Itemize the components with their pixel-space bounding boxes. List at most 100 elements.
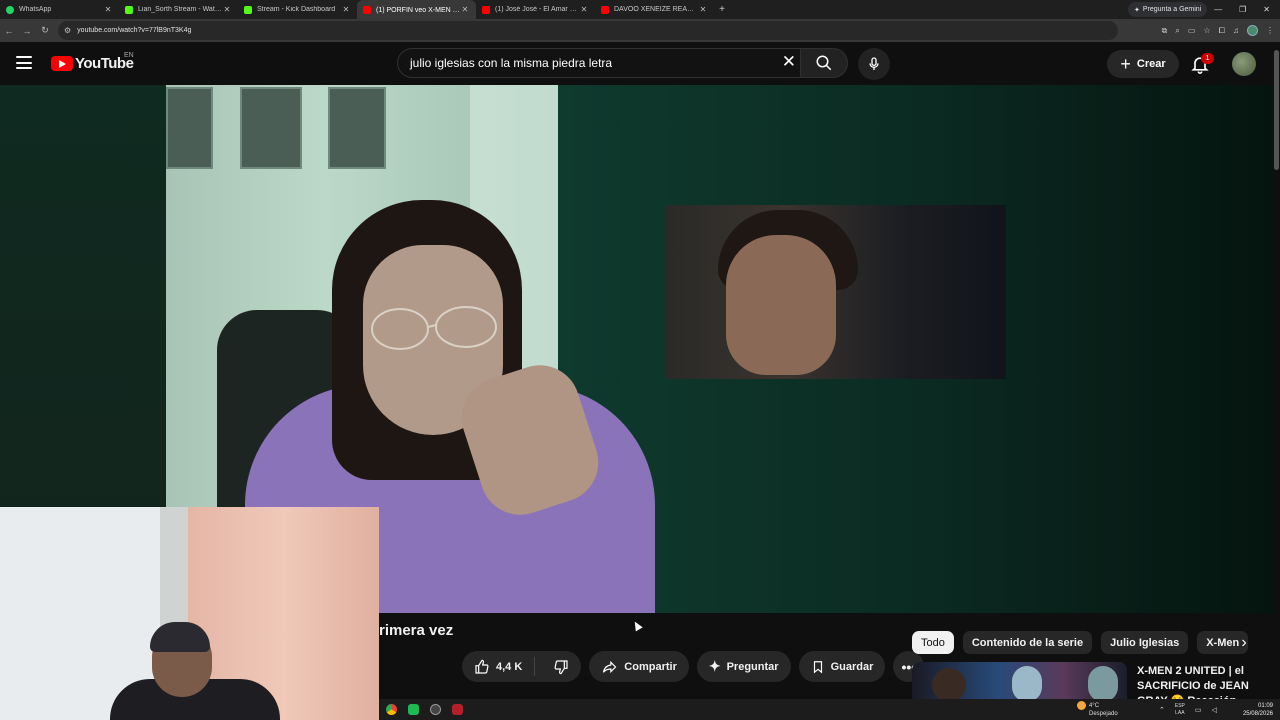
gemini-label: Pregunta a Gemini — [1142, 6, 1202, 13]
recommended-thumbnail[interactable] — [912, 662, 1127, 702]
search-value: julio iglesias con la misma piedra letra — [410, 56, 613, 70]
browser-tab-active[interactable]: (1) PORFIN veo X-MEN I 😳 ... ✕ — [357, 0, 476, 19]
close-window-icon[interactable]: ✕ — [1263, 5, 1270, 14]
video-actions: 4,4 K Compartir ✦ Preguntar Guardar ••• — [462, 651, 925, 682]
clear-search-icon[interactable]: ✕ — [782, 52, 796, 72]
kick-favicon-icon — [244, 5, 252, 14]
back-icon[interactable]: ← — [0, 26, 18, 36]
tab-close-icon[interactable]: ✕ — [579, 5, 589, 14]
chip-all[interactable]: Todo — [912, 631, 954, 654]
notification-count-badge: 1 — [1201, 53, 1214, 64]
wall-frame — [166, 87, 213, 169]
translate-icon[interactable]: ⧉ — [1162, 26, 1168, 36]
region-code: EN — [124, 52, 134, 59]
clip-actor-face — [726, 235, 836, 375]
share-icon — [603, 660, 617, 673]
forward-icon[interactable]: → — [18, 26, 36, 36]
create-button[interactable]: + Crear — [1107, 50, 1179, 78]
gemini-button[interactable]: ✦ Pregunta a Gemini — [1128, 2, 1208, 17]
recommended-video[interactable]: X-MEN 2 UNITED | el SACRIFICIO de JEAN G… — [912, 662, 1272, 707]
chip-series-content[interactable]: Contenido de la serie — [962, 631, 1093, 654]
tab-title: Lian_Sorth Stream - Watch Live on Kick — [138, 6, 222, 13]
youtube-header: YouTube EN julio iglesias con la misma p… — [0, 42, 1280, 85]
minimize-icon[interactable]: — — [1214, 5, 1222, 14]
tab-close-icon[interactable]: ✕ — [341, 5, 351, 14]
glasses — [371, 306, 497, 350]
clock-time: 01:09 — [1257, 703, 1273, 709]
volume-icon[interactable]: ◁ — [1212, 706, 1217, 714]
account-avatar[interactable] — [1232, 52, 1256, 76]
new-tab-button[interactable]: + — [714, 4, 730, 15]
page-scrollbar[interactable] — [1273, 42, 1280, 720]
reload-icon[interactable]: ↻ — [36, 25, 54, 36]
youtube-logo[interactable]: YouTube EN — [51, 52, 134, 72]
search-button[interactable] — [800, 48, 848, 78]
weather-widget[interactable]: 4°C Despejado — [1077, 701, 1118, 718]
scrollbar-thumb[interactable] — [1274, 50, 1279, 170]
chrome-icon[interactable] — [386, 704, 397, 715]
video-title: rimera vez — [379, 622, 454, 639]
tab-close-icon[interactable]: ✕ — [460, 5, 470, 14]
ask-button[interactable]: ✦ Preguntar — [696, 651, 791, 682]
chip-julio-iglesias[interactable]: Julio Iglesias — [1101, 631, 1189, 654]
plus-icon: + — [1120, 54, 1131, 74]
browser-tab[interactable]: (1) José José - El Amar y el ... ✕ — [476, 0, 595, 19]
browser-tab[interactable]: DAVOO XENEIZE REACCIONA A ... ✕ — [595, 0, 714, 19]
tab-close-icon[interactable]: ✕ — [103, 5, 113, 14]
windows-taskbar: 4°C Despejado ⌃ ESP LAA ▭ ◁ 01:09 25/08/… — [379, 699, 1280, 720]
tab-close-icon[interactable]: ✕ — [698, 5, 708, 14]
youtube-favicon-icon — [482, 5, 490, 14]
hamburger-menu-icon[interactable] — [16, 56, 32, 69]
address-bar[interactable]: ⚙ youtube.com/watch?v=77lB9nT3K4g — [58, 21, 1118, 40]
wall-frame — [328, 87, 386, 169]
like-button[interactable]: 4,4 K — [462, 657, 536, 676]
create-label: Crear — [1136, 58, 1166, 70]
site-info-icon[interactable]: ⚙ — [64, 26, 71, 35]
system-tray: ⌃ ESP LAA ▭ ◁ — [1159, 699, 1217, 720]
like-dislike-group: 4,4 K — [462, 651, 582, 682]
profile-avatar[interactable] — [1247, 25, 1258, 36]
browser-tab[interactable]: WhatsApp ✕ — [0, 0, 119, 19]
screen: { "browser": { "tabs": [ {"title": "What… — [0, 0, 1280, 720]
tab-title: (1) José José - El Amar y el ... — [495, 6, 579, 13]
weather-icon — [1077, 701, 1086, 710]
maximize-icon[interactable]: ❐ — [1239, 5, 1246, 14]
thumbs-up-icon — [475, 659, 489, 674]
tab-close-icon[interactable]: ✕ — [222, 5, 232, 14]
app-icon[interactable] — [408, 704, 419, 715]
dislike-button[interactable] — [541, 659, 581, 675]
system-clock[interactable]: 01:09 25/08/2026 — [1237, 702, 1273, 718]
browser-menu-icon[interactable]: ⋮ — [1266, 26, 1274, 35]
microphone-icon — [869, 57, 879, 70]
webcam-overlay — [0, 507, 379, 720]
tab-title: DAVOO XENEIZE REACCIONA A ... — [614, 6, 698, 13]
tab-title: WhatsApp — [19, 6, 52, 13]
extensions-icon[interactable]: ⧠ — [1219, 26, 1225, 36]
thumbnail-face — [932, 668, 966, 702]
zoom-icon[interactable]: ⌕ — [1175, 26, 1179, 36]
browser-tab[interactable]: Stream - Kick Dashboard ✕ — [238, 0, 357, 19]
chevron-up-icon[interactable]: ⌃ — [1159, 706, 1165, 714]
chevron-right-icon[interactable]: › — [1233, 632, 1255, 654]
ask-label: Preguntar — [726, 660, 779, 673]
related-filter-chips: Todo Contenido de la serie Julio Iglesia… — [912, 631, 1249, 654]
voice-search-button[interactable] — [858, 48, 890, 80]
media-icon[interactable]: ♫ — [1233, 26, 1239, 35]
browser-tab[interactable]: Lian_Sorth Stream - Watch Live on Kick ✕ — [119, 0, 238, 19]
share-button[interactable]: Compartir — [589, 651, 689, 682]
bookmark-star-icon[interactable]: ☆ — [1203, 26, 1210, 35]
network-icon[interactable]: ▭ — [1195, 706, 1202, 714]
tab-title: Stream - Kick Dashboard — [257, 6, 336, 13]
weather-text: Despejado — [1089, 711, 1118, 718]
cast-icon[interactable]: ▭ — [1188, 26, 1196, 35]
search-input[interactable]: julio iglesias con la misma piedra letra… — [397, 48, 800, 78]
thumbs-down-icon — [554, 659, 568, 674]
weather-temp: 4°C — [1089, 703, 1100, 710]
app-icon[interactable] — [452, 704, 463, 715]
obs-icon[interactable] — [430, 704, 441, 715]
language-indicator[interactable]: ESP LAA — [1175, 703, 1185, 717]
whatsapp-favicon-icon — [6, 5, 14, 14]
save-button[interactable]: Guardar — [798, 651, 886, 682]
url-text: youtube.com/watch?v=77lB9nT3K4g — [77, 27, 192, 34]
layout-code: LAA — [1175, 709, 1185, 716]
